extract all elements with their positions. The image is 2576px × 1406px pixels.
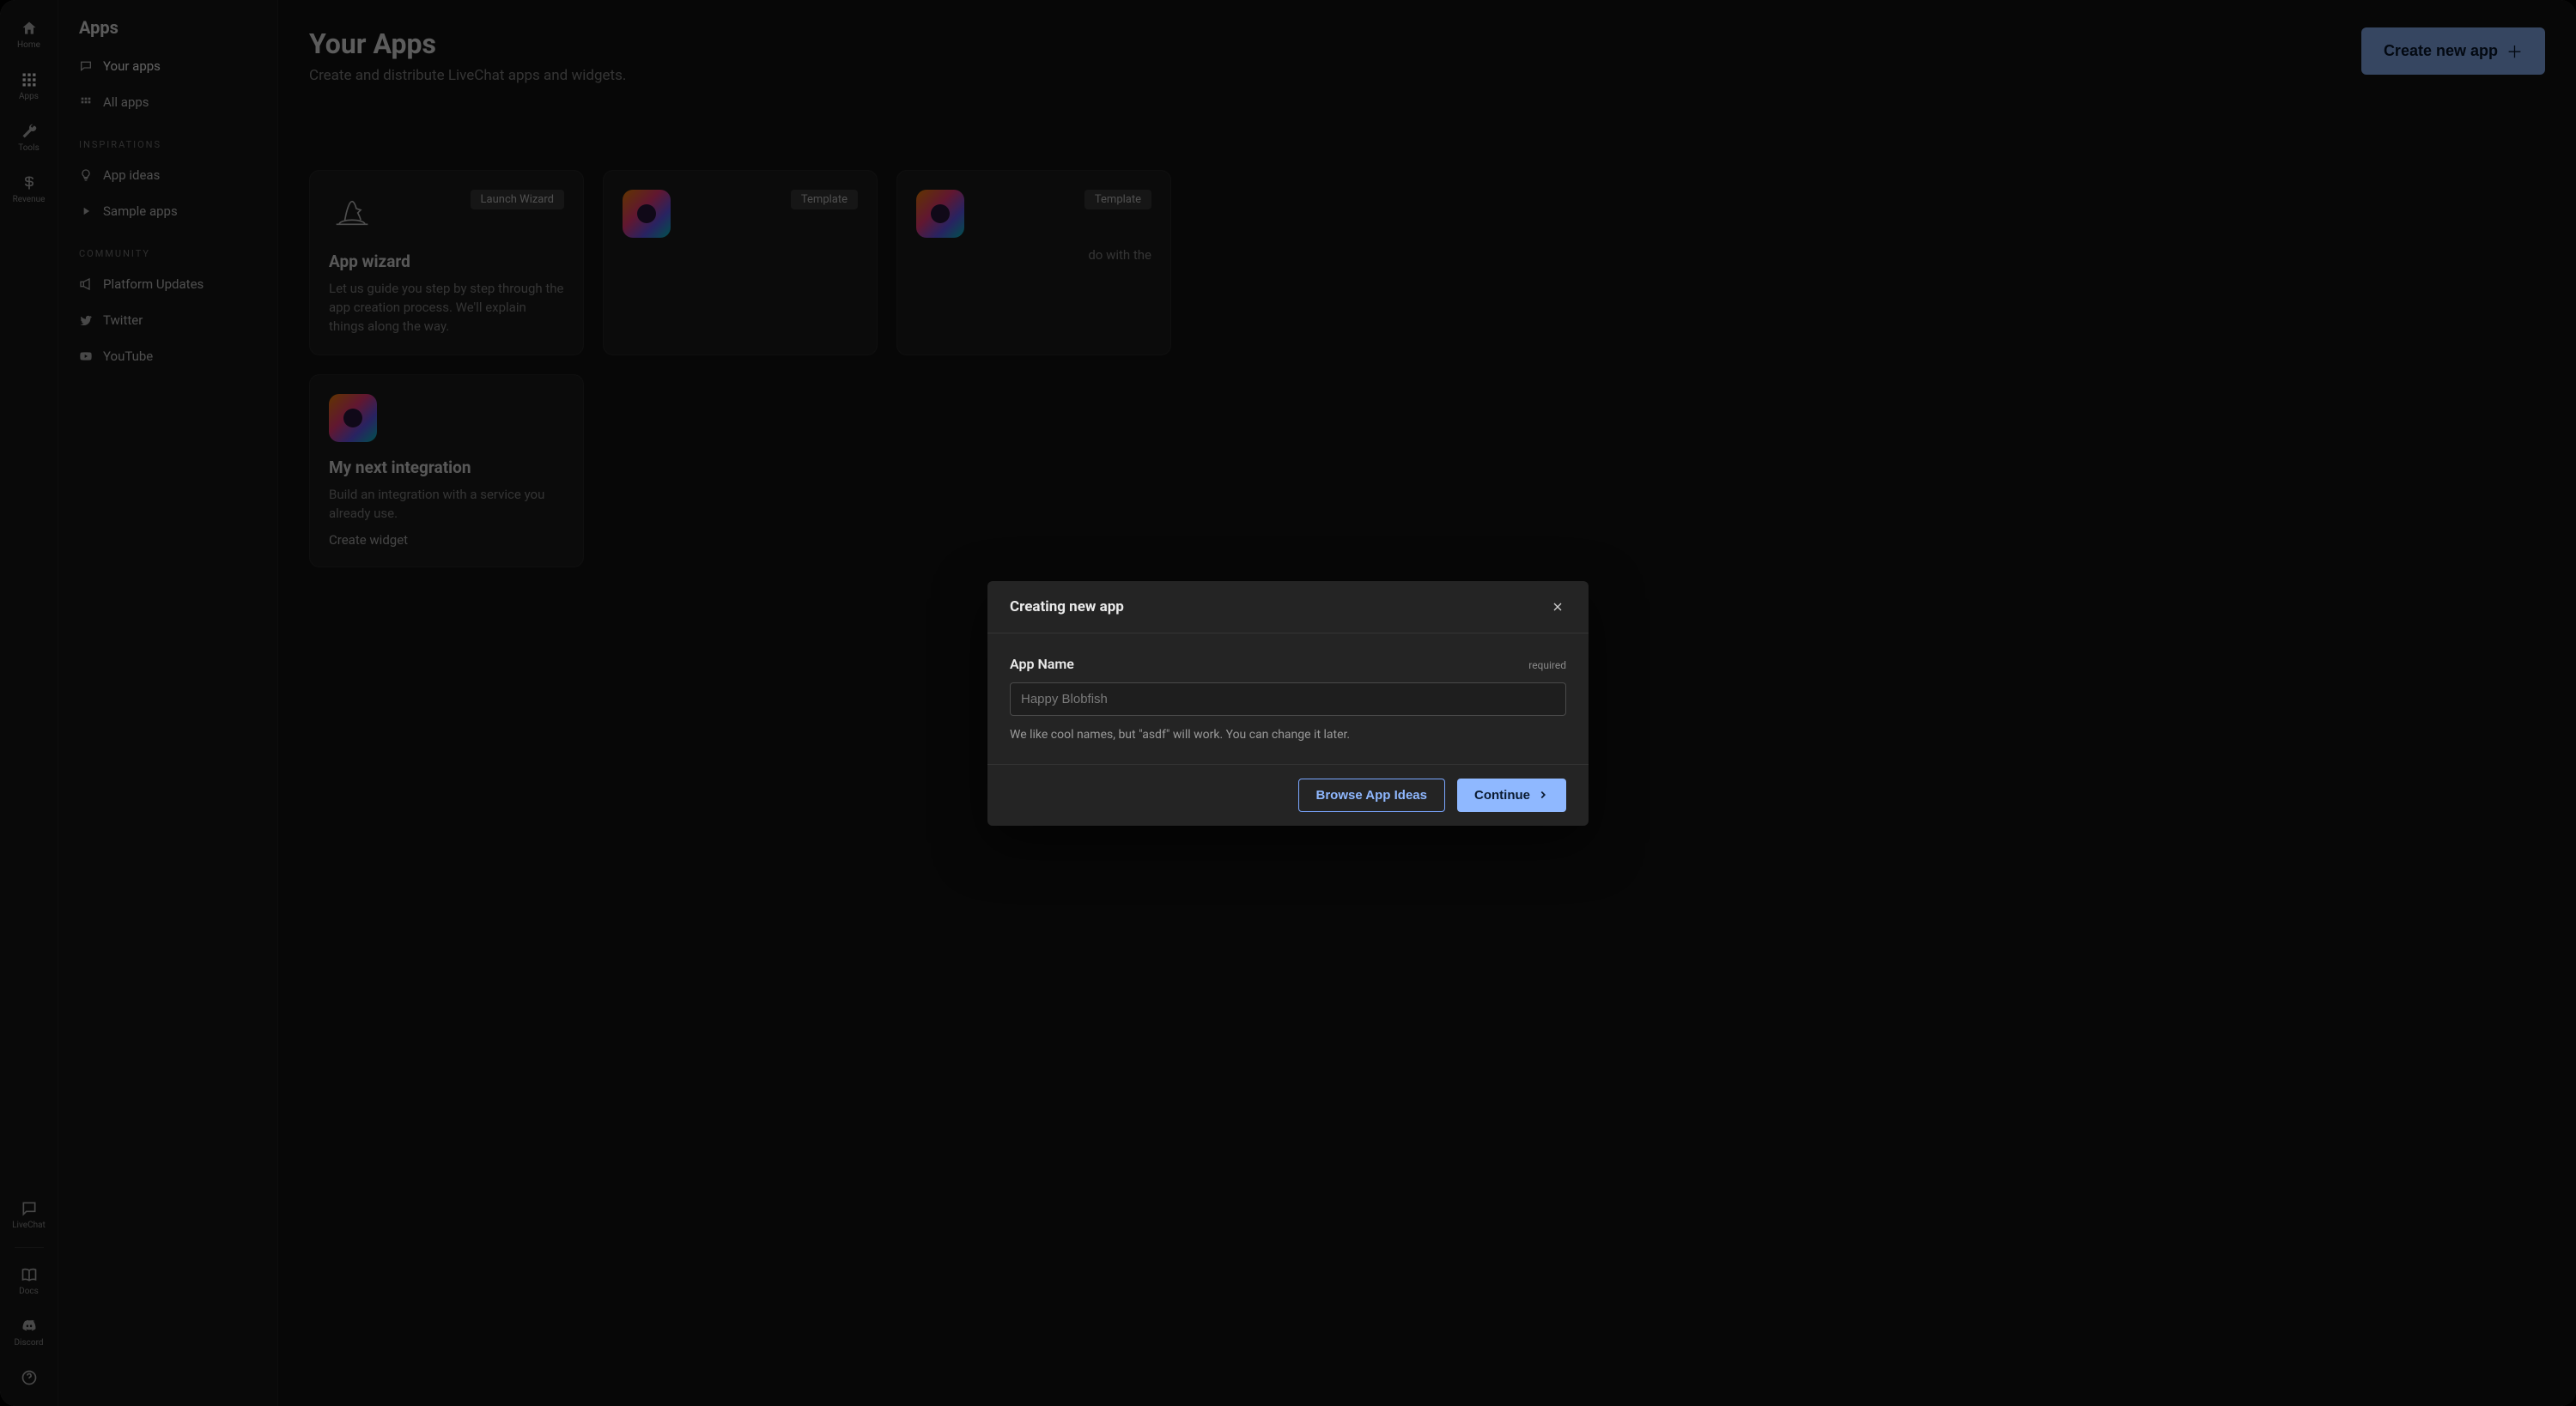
field-helper-text: We like cool names, but "asdf" will work… bbox=[1010, 728, 1566, 742]
browse-app-ideas-label: Browse App Ideas bbox=[1316, 788, 1427, 803]
continue-label: Continue bbox=[1474, 788, 1530, 803]
app-frame: Home Apps Tools Revenue bbox=[0, 0, 2576, 1406]
app-name-input[interactable] bbox=[1010, 682, 1566, 716]
field-label-app-name: App Name bbox=[1010, 656, 1074, 672]
create-app-modal: Creating new app App Name required We li… bbox=[987, 581, 1589, 826]
chevron-right-icon bbox=[1537, 789, 1549, 801]
modal-header: Creating new app bbox=[987, 581, 1589, 633]
modal-footer: Browse App Ideas Continue bbox=[987, 764, 1589, 826]
browse-app-ideas-button[interactable]: Browse App Ideas bbox=[1298, 779, 1445, 812]
modal-title: Creating new app bbox=[1010, 598, 1124, 615]
modal-overlay[interactable]: Creating new app App Name required We li… bbox=[0, 0, 2576, 1406]
continue-button[interactable]: Continue bbox=[1457, 779, 1566, 812]
modal-body: App Name required We like cool names, bu… bbox=[987, 633, 1589, 764]
close-icon[interactable] bbox=[1549, 598, 1566, 615]
field-required-label: required bbox=[1528, 659, 1566, 671]
